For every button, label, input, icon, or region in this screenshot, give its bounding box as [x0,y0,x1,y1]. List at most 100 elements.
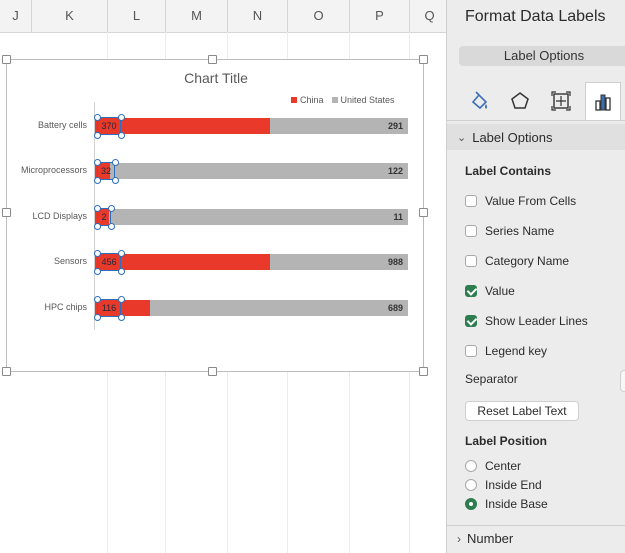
data-label-united-states[interactable]: 11 [363,212,403,222]
checkbox-value-from-cells[interactable]: Value From Cells [465,194,576,208]
data-label-selection-handle[interactable] [93,295,101,303]
label-options-subtab[interactable]: Label Options [459,46,625,66]
checkbox-label: Value [485,284,515,298]
label-options-tab[interactable] [585,82,621,120]
label-options-section-header[interactable]: ⌄ Label Options [447,124,625,150]
checkbox-category-name[interactable]: Category Name [465,254,569,268]
data-label-united-states[interactable]: 988 [363,257,403,267]
chart-legend[interactable]: China United States [291,95,395,105]
number-section-header[interactable]: › Number [447,525,625,551]
chart-resize-handle[interactable] [419,367,428,376]
legend-swatch-china [291,97,297,103]
data-label-selection-handle[interactable] [117,313,125,321]
checkbox-value[interactable]: Value [465,284,515,298]
data-label-selection-handle[interactable] [111,158,119,166]
chart-resize-handle[interactable] [2,208,11,217]
data-label-china[interactable]: 116 [97,299,121,317]
data-label-selection-handle[interactable] [117,249,125,257]
tab-divider [447,120,625,121]
data-label-united-states[interactable]: 291 [363,121,403,131]
bar-united-states[interactable] [95,209,408,225]
data-label-selection-handle[interactable] [93,113,101,121]
chart-resize-handle[interactable] [208,55,217,64]
label-contains-heading: Label Contains [465,164,552,178]
column-header-l[interactable]: L [108,0,166,32]
checkbox-box[interactable] [465,255,477,267]
column-header-m[interactable]: M [166,0,228,32]
column-header-row: J K L M N O P Q [0,0,446,33]
bar-united-states[interactable] [95,163,408,179]
data-label-united-states[interactable]: 689 [363,303,403,313]
data-label-selection-handle[interactable] [117,267,125,275]
checkbox-legend-key[interactable]: Legend key [465,344,547,358]
checkbox-series-name[interactable]: Series Name [465,224,554,238]
chart-resize-handle[interactable] [419,208,428,217]
category-label: LCD Displays [32,211,87,221]
checkbox-label: Show Leader Lines [485,314,588,328]
separator-dropdown[interactable] [620,370,625,392]
chevron-down-icon: ⌄ [457,131,467,144]
data-label-selection-handle[interactable] [93,249,101,257]
data-label-selection-handle[interactable] [93,131,101,139]
radio-label: Inside End [485,478,542,492]
radio-button[interactable] [465,460,477,472]
checkbox-box[interactable] [465,225,477,237]
data-label-selection-handle[interactable] [117,113,125,121]
data-label-united-states[interactable]: 122 [363,166,403,176]
data-label-selection-handle[interactable] [107,222,115,230]
data-label-selection-handle[interactable] [117,295,125,303]
data-label-selection-handle[interactable] [93,176,101,184]
data-label-selection-handle[interactable] [93,313,101,321]
column-header-n[interactable]: N [228,0,288,32]
column-header-o[interactable]: O [288,0,350,32]
bar-chart-icon [595,94,611,111]
checkbox-label: Value From Cells [485,194,577,208]
section-title: Label Options [472,129,553,145]
chart-area[interactable]: Chart Title China United States Battery … [6,59,424,372]
legend-item-china[interactable]: China [291,95,324,105]
legend-label-united-states: United States [340,95,395,105]
column-header-j[interactable]: J [0,0,32,32]
pane-title: Format Data Labels [465,8,606,25]
data-label-china[interactable]: 370 [97,117,121,135]
legend-swatch-united-states [331,97,338,103]
size-properties-tab[interactable] [543,82,579,120]
radio-button[interactable] [465,498,477,510]
chart-resize-handle[interactable] [2,367,11,376]
data-label-selection-handle[interactable] [93,222,101,230]
spreadsheet-grid[interactable]: J K L M N O P Q Chart Title China United… [0,0,446,553]
checkbox-label: Category Name [485,254,570,268]
chart-title[interactable]: Chart Title [7,70,425,86]
chart-resize-handle[interactable] [2,55,11,64]
data-label-selection-handle[interactable] [107,204,115,212]
checkbox-box[interactable] [465,345,477,357]
radio-center[interactable]: Center [465,459,521,473]
format-data-labels-pane: Format Data Labels Label Options ⌄ Label… [446,0,625,553]
column-header-p[interactable]: P [350,0,410,32]
data-label-selection-handle[interactable] [93,267,101,275]
data-label-selection-handle[interactable] [111,176,119,184]
radio-button[interactable] [465,479,477,491]
radio-inside-end[interactable]: Inside End [465,478,542,492]
checkbox-box[interactable] [465,195,477,207]
chart-resize-handle[interactable] [419,55,428,64]
effects-tab[interactable] [502,82,538,120]
fill-line-tab[interactable] [461,82,497,120]
radio-label: Inside Base [485,497,548,511]
column-header-q[interactable]: Q [410,0,446,32]
column-header-k[interactable]: K [32,0,108,32]
radio-inside-base[interactable]: Inside Base [465,497,548,511]
legend-label-china: China [300,95,324,105]
data-label-selection-handle[interactable] [93,158,101,166]
chart-resize-handle[interactable] [208,367,217,376]
data-label-selection-handle[interactable] [117,131,125,139]
checkbox-box[interactable] [465,285,477,297]
data-label-china[interactable]: 456 [97,253,121,271]
data-label-selection-handle[interactable] [93,204,101,212]
legend-item-united-states[interactable]: United States [331,95,395,105]
checkbox-show-leader-lines[interactable]: Show Leader Lines [465,314,588,328]
chevron-right-icon: › [457,531,461,546]
checkbox-box[interactable] [465,315,477,327]
reset-label-text-button[interactable]: Reset Label Text [465,401,579,421]
separator-text: Separator [465,372,518,386]
